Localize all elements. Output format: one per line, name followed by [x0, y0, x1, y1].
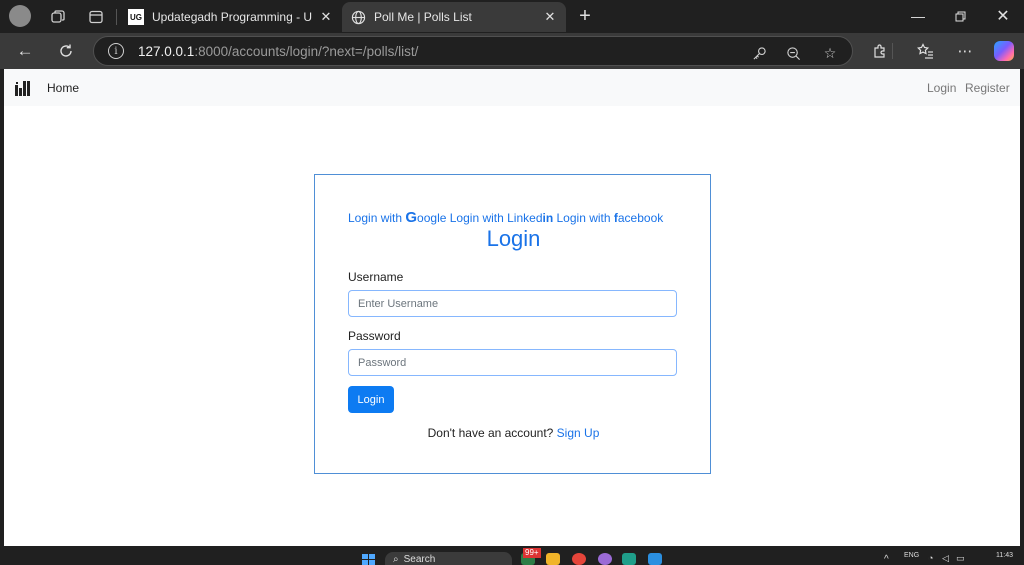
signup-link[interactable]: Sign Up: [557, 426, 600, 440]
site-navbar: Home Login Register: [4, 69, 1020, 106]
site-info-icon[interactable]: i: [108, 43, 124, 59]
windows-start-icon[interactable]: [362, 554, 375, 565]
back-icon[interactable]: ←: [13, 39, 37, 63]
updategadh-favicon-icon: UG: [128, 9, 144, 25]
language-indicator[interactable]: ENG: [904, 552, 919, 565]
minimize-icon[interactable]: —: [898, 4, 938, 28]
tab-separator: [116, 9, 117, 25]
login-card: Login with Google Login with Linkedin Lo…: [314, 174, 711, 474]
nav-login-link[interactable]: Login: [927, 81, 956, 95]
password-label: Password: [348, 329, 401, 343]
signup-prompt: Don't have an account? Sign Up: [315, 426, 712, 440]
new-tab-icon[interactable]: +: [572, 4, 598, 30]
key-icon[interactable]: [750, 44, 768, 62]
url-text: 127.0.0.1:8000/accounts/login/?next=/pol…: [138, 44, 418, 59]
password-input[interactable]: [348, 349, 677, 376]
social-login-links: Login with Google Login with Linkedin Lo…: [348, 209, 663, 226]
refresh-icon[interactable]: [54, 39, 78, 63]
toolbar-separator: [892, 43, 893, 59]
file-explorer-icon[interactable]: [546, 553, 560, 565]
chrome-icon[interactable]: [572, 553, 586, 565]
restore-icon[interactable]: [940, 4, 980, 28]
tab-actions-icon[interactable]: [84, 5, 108, 29]
globe-icon: [350, 9, 366, 25]
login-with-facebook-link[interactable]: Login with facebook: [553, 211, 664, 225]
notification-badge: 99+: [523, 548, 541, 558]
login-with-linkedin-link[interactable]: Login with Linkedin: [446, 211, 553, 225]
search-icon: ⌕: [393, 554, 399, 565]
taskbar-search-label: Search: [403, 554, 436, 565]
zoom-out-icon[interactable]: [784, 44, 802, 62]
vscode-icon[interactable]: [648, 553, 662, 565]
volume-icon[interactable]: ◁: [942, 553, 949, 565]
workspaces-icon[interactable]: [46, 5, 70, 29]
extensions-icon[interactable]: [870, 41, 890, 61]
login-button[interactable]: Login: [348, 386, 394, 413]
tab-poll-me[interactable]: Poll Me | Polls List ✕: [342, 2, 566, 32]
url-path: :8000/accounts/login/?next=/polls/list/: [194, 43, 419, 59]
wifi-icon[interactable]: ◔: [928, 553, 933, 565]
chrome-profile-icon[interactable]: [598, 553, 612, 565]
google-g-icon: G: [405, 209, 418, 226]
favorites-icon[interactable]: [915, 41, 935, 61]
battery-icon[interactable]: ▭: [956, 553, 965, 565]
nav-register-link[interactable]: Register: [965, 81, 1010, 95]
username-input[interactable]: [348, 290, 677, 317]
close-icon[interactable]: ✕: [318, 9, 334, 25]
browser-toolbar: ← i 127.0.0.1:8000/accounts/login/?next=…: [0, 33, 1024, 69]
brand-logo-icon[interactable]: [15, 81, 31, 96]
url-host: 127.0.0.1: [138, 43, 195, 59]
more-options-icon[interactable]: ⋯: [955, 41, 975, 61]
window-close-icon[interactable]: ✕: [983, 4, 1023, 28]
page-viewport: Home Login Register Login with Google Lo…: [4, 69, 1020, 546]
clock-time[interactable]: 11:43: [996, 552, 1013, 565]
favorite-star-icon[interactable]: ☆: [821, 44, 839, 62]
login-with-google-link[interactable]: Login with Google: [348, 209, 446, 226]
chevron-up-icon[interactable]: ^: [884, 554, 889, 565]
tab-updategadh[interactable]: UG Updategadh Programming - Upd ✕: [120, 2, 342, 32]
linkedin-in-icon: in: [542, 211, 554, 225]
username-label: Username: [348, 270, 404, 284]
windows-taskbar: ⌕ Search 99+ ^ ENG ◔ ◁ ▭ 11:43: [0, 548, 1024, 565]
tab-title: Poll Me | Polls List: [374, 10, 472, 24]
copilot-icon[interactable]: [994, 41, 1014, 61]
no-account-text: Don't have an account?: [427, 426, 557, 440]
close-icon[interactable]: ✕: [542, 9, 558, 25]
browser-tabstrip: UG Updategadh Programming - Upd ✕ Poll M…: [0, 0, 1024, 33]
login-title: Login: [486, 226, 541, 251]
tab-title: Updategadh Programming - Upd: [152, 10, 312, 24]
profile-avatar-icon[interactable]: [9, 5, 31, 27]
edge-icon[interactable]: [622, 553, 636, 565]
address-bar[interactable]: i 127.0.0.1:8000/accounts/login/?next=/p…: [93, 36, 853, 66]
taskbar-search[interactable]: ⌕ Search: [385, 552, 512, 565]
nav-home-link[interactable]: Home: [47, 81, 79, 95]
